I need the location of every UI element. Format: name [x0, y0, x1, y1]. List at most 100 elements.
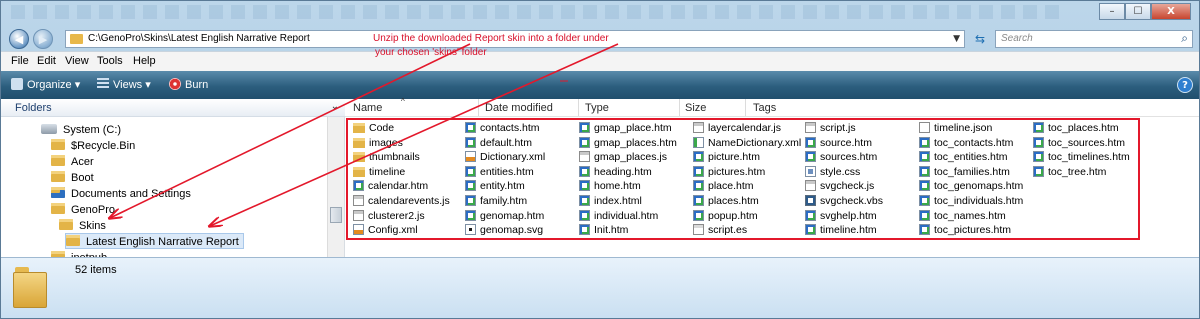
tree-item-system-c[interactable]: System (C:) — [41, 122, 121, 138]
file-item[interactable]: Init.htm — [579, 223, 628, 237]
file-item[interactable]: sources.htm — [805, 150, 877, 164]
file-item[interactable]: gmap_places.js — [579, 150, 667, 164]
file-item[interactable]: timeline.htm — [805, 223, 877, 237]
tree-item-acer[interactable]: Acer — [51, 154, 94, 170]
refresh-button[interactable]: ⇆ — [969, 30, 991, 48]
column-size[interactable]: Size — [685, 102, 706, 114]
file-item[interactable]: script.es — [693, 223, 747, 237]
file-item[interactable]: genomap.htm — [465, 209, 544, 223]
menu-tools[interactable]: Tools — [97, 55, 123, 67]
forward-button[interactable]: ▶ — [33, 29, 53, 49]
file-item[interactable]: svghelp.htm — [805, 209, 877, 223]
file-item[interactable]: toc_places.htm — [1033, 121, 1119, 135]
scrollbar-thumb[interactable] — [330, 207, 342, 223]
file-item[interactable]: gmap_places.htm — [579, 136, 677, 150]
file-item[interactable]: layercalendar.js — [693, 121, 781, 135]
views-button[interactable]: Views ▾ — [97, 78, 151, 91]
file-item[interactable]: genomap.svg — [465, 223, 543, 237]
menu-help[interactable]: Help — [133, 55, 156, 67]
search-input[interactable]: Search ⌕ — [995, 30, 1193, 48]
file-item[interactable]: heading.htm — [579, 165, 652, 179]
file-item[interactable]: NameDictionary.xml — [693, 136, 801, 150]
file-item[interactable]: home.htm — [579, 179, 641, 193]
column-type[interactable]: Type — [585, 102, 609, 114]
file-item[interactable]: index.html — [579, 194, 642, 208]
column-divider[interactable] — [679, 99, 680, 116]
column-divider[interactable] — [478, 99, 479, 116]
file-item[interactable]: timeline.json — [919, 121, 992, 135]
folder-item[interactable]: images — [353, 136, 403, 150]
file-item[interactable]: toc_pictures.htm — [919, 223, 1011, 237]
file-item[interactable]: picture.htm — [693, 150, 760, 164]
file-item[interactable]: toc_sources.htm — [1033, 136, 1125, 150]
file-item[interactable]: Dictionary.xml — [465, 150, 545, 164]
file-item[interactable]: toc_tree.htm — [1033, 165, 1106, 179]
folder-item[interactable]: thumbnails — [353, 150, 420, 164]
file-name: layercalendar.js — [708, 122, 781, 134]
tree-item-genopro[interactable]: GenoPro — [51, 202, 115, 218]
chevron-down-icon[interactable]: ▼ — [953, 34, 960, 44]
file-item[interactable]: default.htm — [465, 136, 532, 150]
file-item[interactable]: place.htm — [693, 179, 754, 193]
file-item[interactable]: toc_names.htm — [919, 209, 1006, 223]
tree-item-recycle-bin[interactable]: $Recycle.Bin — [51, 138, 135, 154]
file-item[interactable]: svgcheck.js — [805, 179, 874, 193]
views-label: Views — [113, 79, 143, 91]
search-icon[interactable]: ⌕ — [1181, 31, 1188, 46]
file-item[interactable]: toc_timelines.htm — [1033, 150, 1130, 164]
file-item[interactable]: pictures.htm — [693, 165, 765, 179]
menu-view[interactable]: View — [65, 55, 89, 67]
folder-item[interactable]: timeline — [353, 165, 405, 179]
tree-item-skins[interactable]: Skins — [59, 218, 106, 234]
file-item[interactable]: popup.htm — [693, 209, 758, 223]
file-item[interactable]: style.css — [805, 165, 860, 179]
file-item[interactable]: individual.htm — [579, 209, 658, 223]
folders-header[interactable]: Folders ⌄ — [1, 99, 345, 117]
htm-file-icon — [693, 209, 704, 221]
file-item[interactable]: clusterer2.js — [353, 209, 425, 223]
tree-item-inetpub[interactable]: inetpub — [51, 250, 107, 257]
burn-label: Burn — [185, 79, 209, 91]
file-item[interactable]: script.js — [805, 121, 856, 135]
folder-item[interactable]: Code — [353, 121, 394, 135]
menu-edit[interactable]: Edit — [37, 55, 56, 67]
file-item[interactable]: entity.htm — [465, 179, 525, 193]
tree-item-documents-and-settings[interactable]: Documents and Settings — [51, 186, 191, 202]
burn-button[interactable]: Burn — [169, 78, 208, 91]
minimize-button[interactable]: – — [1099, 3, 1125, 20]
file-item[interactable]: family.htm — [465, 194, 527, 208]
folder-icon — [59, 219, 73, 230]
organize-button[interactable]: Organize ▾ — [11, 78, 80, 91]
menu-file[interactable]: File — [11, 55, 29, 67]
column-name[interactable]: Name — [353, 102, 382, 114]
file-item[interactable]: toc_families.htm — [919, 165, 1010, 179]
tree-item-boot[interactable]: Boot — [51, 170, 94, 186]
file-item[interactable]: toc_genomaps.htm — [919, 179, 1023, 193]
file-item[interactable]: places.htm — [693, 194, 759, 208]
file-name: Code — [369, 122, 395, 134]
navigation-scrollbar[interactable] — [327, 117, 344, 257]
column-divider[interactable] — [578, 99, 579, 116]
close-button[interactable]: X — [1151, 3, 1191, 20]
file-item[interactable]: toc_entities.htm — [919, 150, 1008, 164]
file-item[interactable]: svgcheck.vbs — [805, 194, 883, 208]
file-name: toc_entities.htm — [934, 151, 1008, 164]
file-item[interactable]: toc_individuals.htm — [919, 194, 1023, 208]
column-tags[interactable]: Tags — [753, 102, 776, 114]
file-item[interactable]: gmap_place.htm — [579, 121, 672, 135]
file-item[interactable]: Config.xml — [353, 223, 418, 237]
htm-file-icon — [579, 136, 590, 148]
back-button[interactable]: ◀ — [9, 29, 29, 49]
help-button[interactable]: ? — [1177, 77, 1193, 93]
chevron-down-icon[interactable]: ⌄ — [331, 101, 339, 112]
column-date-modified[interactable]: Date modified — [485, 102, 553, 114]
maximize-button[interactable]: ☐ — [1125, 3, 1151, 20]
file-item[interactable]: entities.htm — [465, 165, 534, 179]
tree-item-latest-english-narrative-report[interactable]: Latest English Narrative Report — [65, 233, 244, 249]
file-item[interactable]: toc_contacts.htm — [919, 136, 1013, 150]
file-item[interactable]: source.htm — [805, 136, 872, 150]
file-item[interactable]: calendarevents.js — [353, 194, 450, 208]
file-item[interactable]: contacts.htm — [465, 121, 540, 135]
column-divider[interactable] — [745, 99, 746, 116]
file-item[interactable]: calendar.htm — [353, 179, 428, 193]
